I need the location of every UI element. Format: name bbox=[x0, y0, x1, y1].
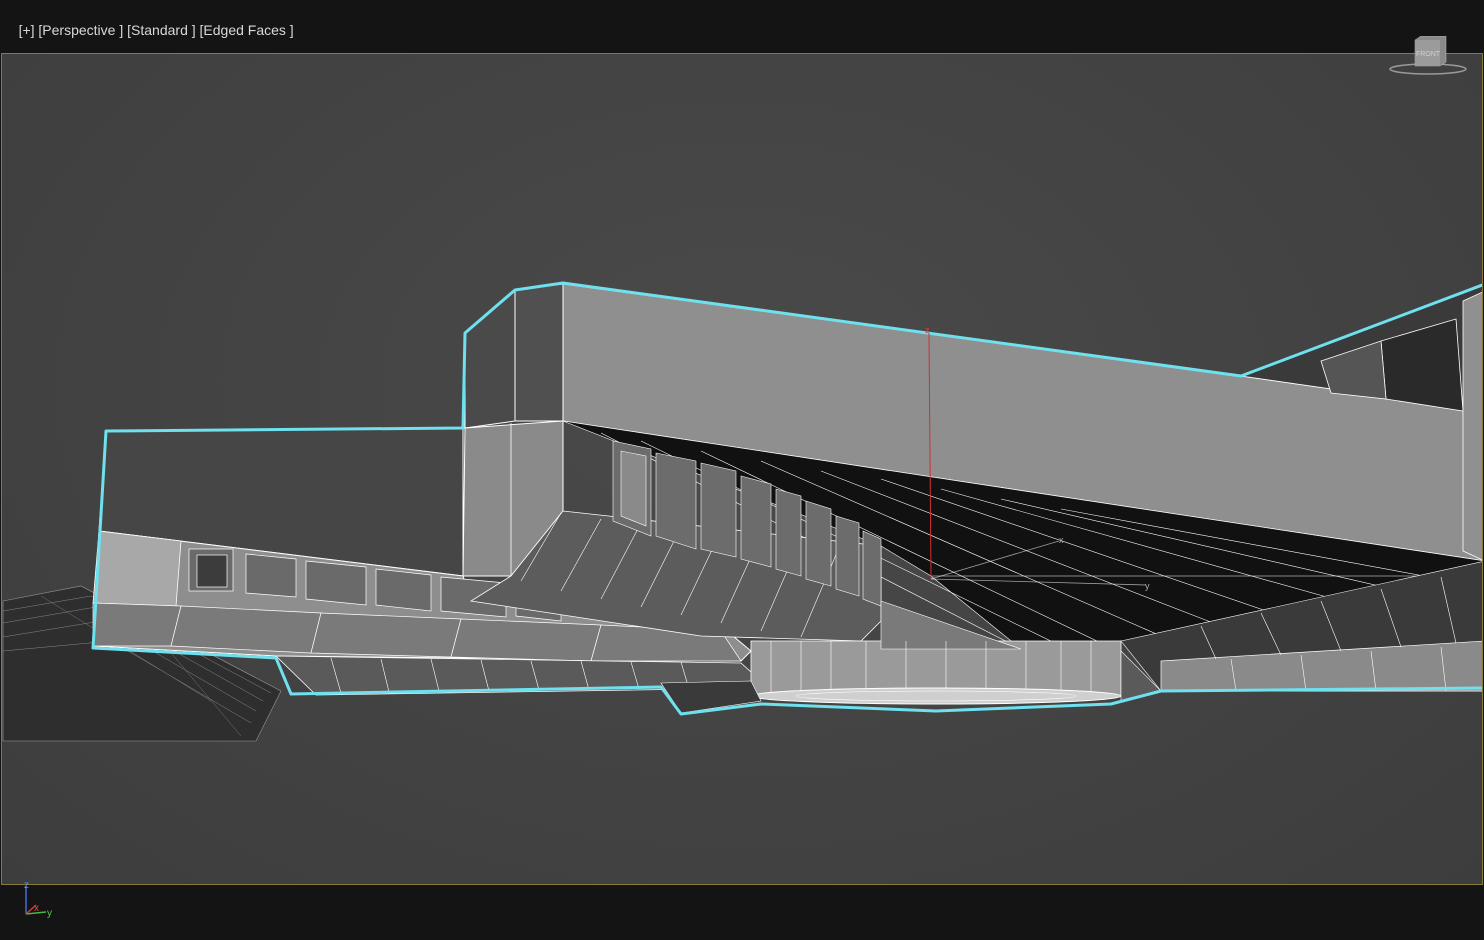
pivot-z-label: z bbox=[925, 325, 930, 335]
pivot-x-label: x bbox=[1059, 535, 1064, 545]
viewcube[interactable]: FRONT bbox=[1388, 35, 1468, 78]
viewport-plus-menu[interactable]: [+] bbox=[19, 22, 35, 38]
viewport-footer bbox=[0, 886, 1484, 940]
selected-mesh[interactable] bbox=[91, 281, 1482, 716]
viewport-view-menu[interactable]: [Perspective ] bbox=[38, 22, 123, 38]
pivot-y-label: y bbox=[1145, 581, 1150, 591]
viewport-header: [+] [Perspective ] [Standard ] [Edged Fa… bbox=[0, 0, 1484, 52]
viewport-label-menu: [+] [Perspective ] [Standard ] [Edged Fa… bbox=[3, 6, 294, 54]
viewport-display-menu[interactable]: [Edged Faces ] bbox=[200, 22, 294, 38]
axis-tripod-icon: z x y bbox=[18, 878, 63, 923]
perspective-viewport[interactable]: z x y bbox=[1, 53, 1483, 885]
scene-wireframe[interactable]: z x y bbox=[2, 54, 1482, 884]
axis-z-label: z bbox=[24, 880, 29, 891]
axis-x-label: x bbox=[34, 903, 39, 914]
viewcube-face-label: FRONT bbox=[1416, 51, 1441, 58]
axis-y-label: y bbox=[47, 908, 52, 919]
viewport-shading-menu[interactable]: [Standard ] bbox=[127, 22, 196, 38]
